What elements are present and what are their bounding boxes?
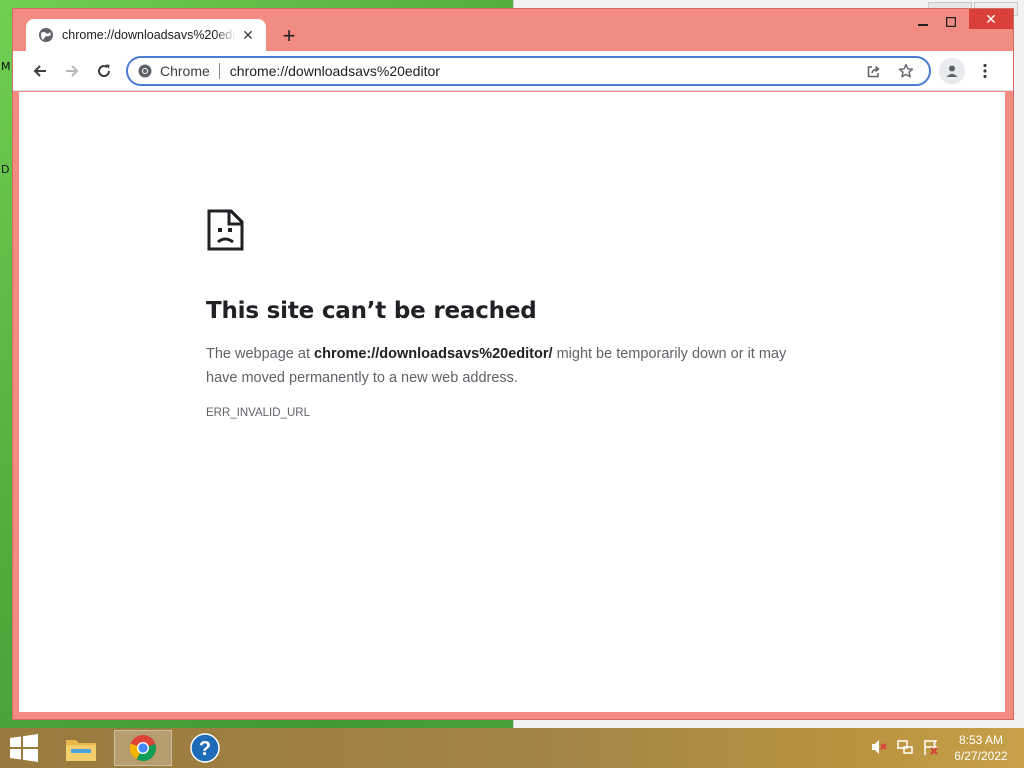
window-controls: ✕ (909, 9, 1013, 35)
share-icon (867, 65, 880, 78)
folder-icon (66, 740, 96, 761)
browser-window: chrome://downloadsavs%20editor ✕ + ✕ Chr… (12, 8, 1014, 720)
taskbar-chrome[interactable] (114, 730, 172, 766)
reload-button[interactable] (89, 56, 119, 86)
taskbar-file-explorer[interactable] (52, 730, 110, 766)
minimize-icon (918, 24, 928, 26)
tab-close-button[interactable]: ✕ (240, 27, 256, 43)
chrome-icon (138, 64, 152, 78)
tab-active[interactable]: chrome://downloadsavs%20editor ✕ (26, 19, 266, 51)
forward-button[interactable] (57, 56, 87, 86)
error-text-prefix: The webpage at (206, 346, 315, 362)
tab-title: chrome://downloadsavs%20editor (62, 28, 236, 42)
desktop-icon-label[interactable]: M (1, 60, 11, 73)
maximize-icon (946, 17, 956, 27)
network-icon[interactable] (896, 738, 914, 756)
error-url: chrome://downloadsavs%20editor/ (314, 346, 553, 362)
profile-icon (946, 65, 958, 77)
clock-date: 6/27/2022 (954, 749, 1008, 763)
share-button[interactable] (861, 58, 887, 84)
omnibox-chip-label: Chrome (160, 63, 220, 79)
windows-start-icon[interactable] (8, 734, 40, 762)
help-icon: ? (190, 733, 220, 763)
sad-page-icon (207, 209, 244, 251)
minimize-button[interactable] (909, 9, 937, 35)
system-tray (870, 738, 940, 756)
close-window-button[interactable]: ✕ (969, 9, 1013, 29)
back-icon (33, 64, 46, 77)
maximize-button[interactable] (937, 9, 965, 35)
back-button[interactable] (25, 56, 55, 86)
chrome-app-icon (129, 735, 156, 762)
error-description: The webpage at chrome://downloadsavs%20e… (206, 342, 796, 390)
tab-strip: chrome://downloadsavs%20editor ✕ + ✕ (13, 9, 1013, 51)
taskbar: ? 8:53 AM 6/27/2022 (0, 728, 1024, 768)
new-tab-button[interactable]: + (277, 25, 301, 49)
desktop-icon-label[interactable]: D (1, 163, 9, 176)
clock[interactable]: 8:53 AM 6/27/2022 (946, 732, 1016, 764)
kebab-menu-icon (983, 63, 987, 79)
svg-text:?: ? (199, 738, 211, 760)
clock-time: 8:53 AM (958, 733, 1004, 747)
error-code: ERR_INVALID_URL (206, 407, 310, 419)
globe-icon (39, 28, 53, 42)
error-title: This site can’t be reached (206, 298, 537, 324)
url-text[interactable]: chrome://downloadsavs%20editor (230, 63, 855, 79)
reload-icon (98, 64, 111, 77)
browser-toolbar: Chrome chrome://downloadsavs%20editor (13, 51, 1013, 91)
bookmark-button[interactable] (893, 58, 919, 84)
forward-icon (66, 64, 79, 77)
action-center-flag-icon[interactable] (922, 738, 940, 756)
profile-button[interactable] (939, 58, 965, 84)
address-bar[interactable]: Chrome chrome://downloadsavs%20editor (126, 56, 931, 86)
volume-muted-icon[interactable] (870, 738, 888, 756)
bookmark-star-icon (898, 63, 914, 78)
browser-menu-button[interactable] (975, 58, 995, 84)
taskbar-help[interactable]: ? (176, 730, 234, 766)
page-content: This site can’t be reached The webpage a… (19, 92, 1005, 712)
